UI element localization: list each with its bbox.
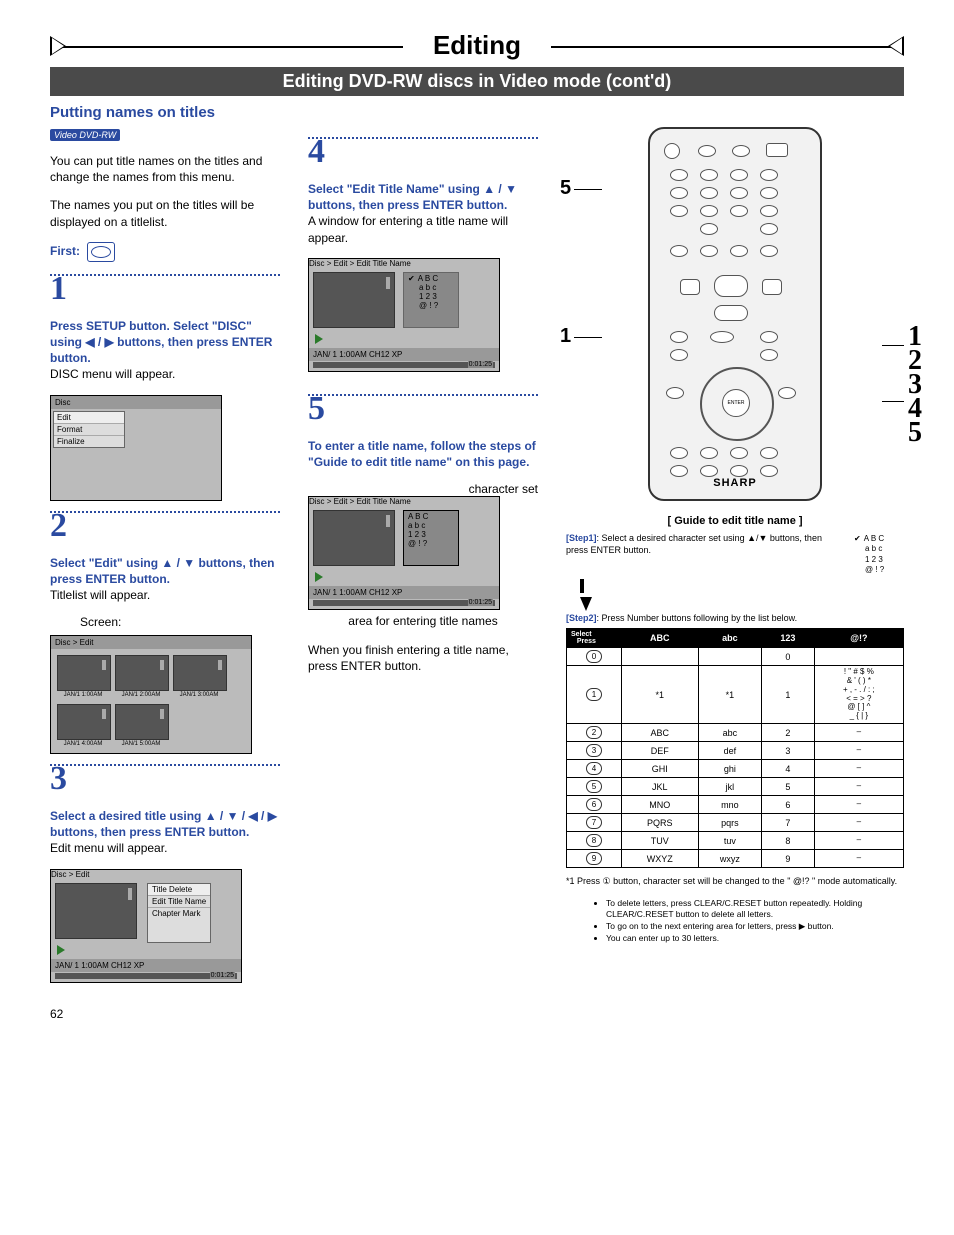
disc-icon [87, 242, 115, 262]
step5-head: To enter a title name, follow the steps … [308, 439, 536, 469]
intro-p2: The names you put on the titles will be … [50, 197, 280, 229]
callout-5: 5 [560, 177, 571, 200]
step4-number: 4 [308, 135, 538, 169]
step1-head: Press SETUP button. Select "DISC" using … [50, 319, 272, 365]
step1-body: DISC menu will appear. [50, 367, 175, 381]
media-badge: Video DVD-RW [50, 129, 120, 141]
play-button [714, 275, 748, 297]
play-icon [315, 334, 323, 344]
step4-head: Select "Edit Title Name" using ▲ / ▼ but… [308, 182, 517, 212]
page-banner: Editing [50, 30, 904, 61]
step3-body: Edit menu will appear. [50, 841, 167, 855]
step3-number: 3 [50, 762, 280, 796]
page-number: 62 [50, 1007, 904, 1021]
step5-body2: When you finish entering a title name, p… [308, 642, 538, 674]
step3-screen: Disc > Edit Title Delete Edit Title Name… [50, 869, 242, 983]
intro-p1: You can put title names on the titles an… [50, 153, 280, 185]
section-title: Putting names on titles [50, 104, 904, 121]
guide-title: [ Guide to edit title name ] [566, 515, 904, 527]
brand-label: SHARP [650, 477, 820, 489]
dpad: ENTER [700, 367, 770, 437]
setup-button [710, 331, 734, 343]
banner-title: Editing [403, 30, 551, 61]
step1-screen: Disc Edit Format Finalize [50, 395, 222, 501]
play-icon [315, 572, 323, 582]
enter-button: ENTER [722, 389, 750, 417]
step5-number: 5 [308, 392, 538, 426]
guide-step1: [Step1]: Select a desired character set … [566, 533, 904, 611]
guide-notes: To delete letters, press CLEAR/C.RESET b… [566, 898, 904, 944]
callout-1-left: 1 [560, 325, 571, 348]
charset-label: character set [308, 482, 538, 496]
play-icon [57, 945, 65, 955]
power-button [664, 143, 680, 159]
character-table: Select Press ABC abc 123 @!? 001*1*11! "… [566, 628, 904, 868]
guide-step2: [Step2]: Press Number buttons following … [566, 613, 904, 625]
step2-number: 2 [50, 509, 280, 543]
step3-head: Select a desired title using ▲ / ▼ / ◀ /… [50, 809, 277, 839]
open-close-button [766, 143, 788, 157]
step2-body: Titlelist will appear. [50, 588, 150, 602]
area-label: area for entering title names [308, 614, 538, 628]
step5-screen: Disc > Edit > Edit Title Name A B C a b … [308, 496, 500, 610]
stop-button [714, 305, 748, 321]
screen-label: Screen: [80, 615, 280, 629]
step1-number: 1 [50, 272, 280, 306]
step2-screen: Disc > Edit JAN/1 1:00AM JAN/1 2:00AM JA… [50, 635, 252, 754]
first-label: First: [50, 244, 80, 258]
sub-banner: Editing DVD-RW discs in Video mode (cont… [50, 67, 904, 96]
step4-body: A window for entering a title name will … [308, 214, 508, 244]
remote-diagram: ENTER SHARP 5 1 1 2 3 4 5 [566, 127, 904, 501]
table-footnote: *1 Press ① button, character set will be… [566, 876, 904, 888]
step4-screen: Disc > Edit > Edit Title Name A B C a b … [308, 258, 500, 372]
step2-head: Select "Edit" using ▲ / ▼ buttons, then … [50, 556, 274, 586]
